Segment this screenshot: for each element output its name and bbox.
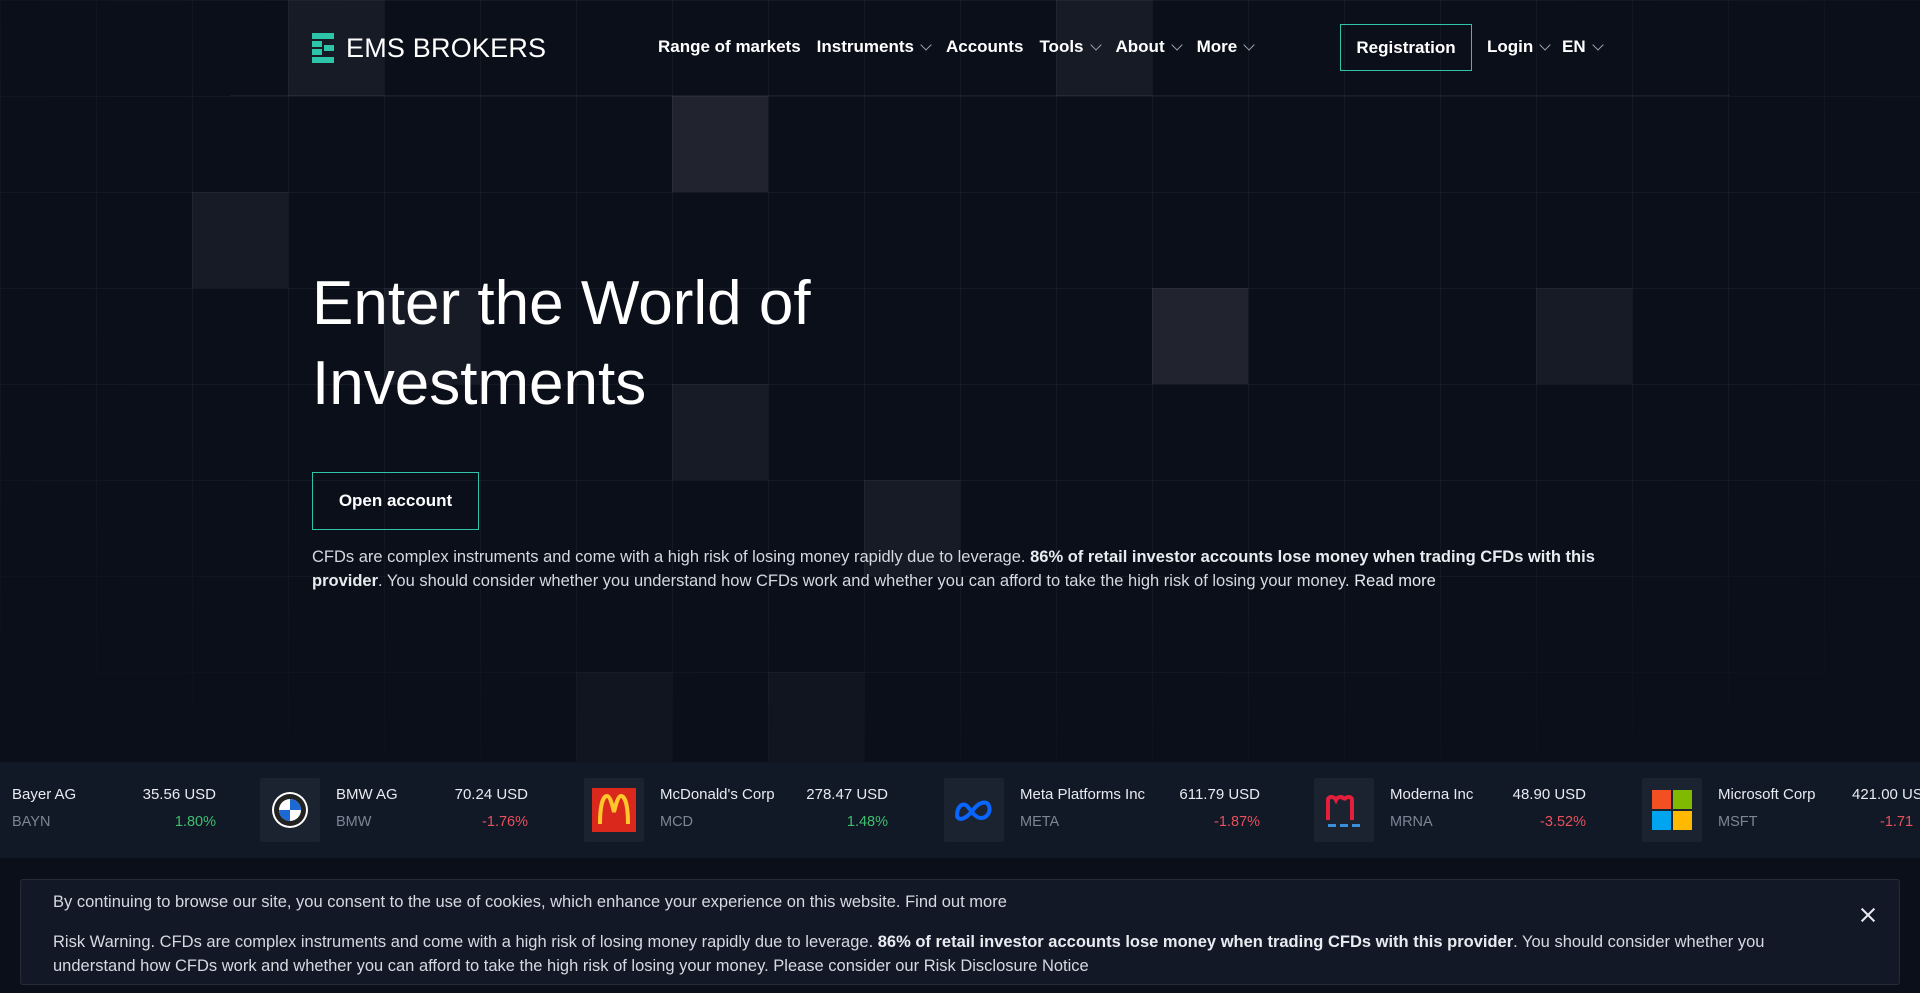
ticker-item[interactable]: BMW AG BMW 70.24 USD -1.76% xyxy=(260,778,528,842)
ticker-name: Meta Platforms Inc xyxy=(1020,786,1146,803)
main-nav: Range of markets Instruments Accounts To… xyxy=(658,37,1255,57)
ticker-name: Bayer AG xyxy=(12,786,77,803)
site-header: EMS BROKERS Range of markets Instruments… xyxy=(0,0,1920,96)
ticker-price: 48.90 USD xyxy=(1512,786,1586,803)
background-tile xyxy=(576,672,672,768)
ticker-change: -1.71 xyxy=(1880,814,1914,830)
nav-label: Range of markets xyxy=(658,37,801,56)
ticker-change: -3.52% xyxy=(1540,814,1586,830)
risk-text: . You should consider whether you unders… xyxy=(378,572,1355,590)
cookie-consent-text: By continuing to browse our site, you co… xyxy=(53,893,1007,911)
chevron-down-icon xyxy=(1243,39,1255,51)
cookie-banner: By continuing to browse our site, you co… xyxy=(20,879,1900,985)
hero-title: Enter the World of Investments xyxy=(312,264,1012,424)
login-label: Login xyxy=(1487,37,1534,56)
microsoft-logo-icon xyxy=(1642,778,1702,842)
ticker-name: McDonald's Corp xyxy=(660,786,775,803)
background-tile xyxy=(672,96,768,192)
ticker-name: Microsoft Corp xyxy=(1718,786,1816,803)
nav-about[interactable]: About xyxy=(1115,37,1183,57)
moderna-logo-icon xyxy=(1314,778,1374,842)
bmw-logo-icon xyxy=(260,778,320,842)
ticker-change: -1.87% xyxy=(1214,814,1260,830)
background-tile xyxy=(1152,288,1248,384)
language-selector[interactable]: EN xyxy=(1562,37,1604,57)
nav-label: More xyxy=(1196,37,1238,56)
header-divider xyxy=(230,95,1730,96)
ems-logo-icon xyxy=(312,33,336,63)
close-icon[interactable] xyxy=(1859,906,1877,924)
ticker-price: 278.47 USD xyxy=(806,786,888,803)
hero-title-line: Enter the World of xyxy=(312,269,811,338)
read-more-link[interactable]: Read more xyxy=(1354,572,1436,590)
ticker-symbol: BMW xyxy=(336,814,372,830)
nav-instruments[interactable]: Instruments xyxy=(816,37,932,57)
brand-logo[interactable]: EMS BROKERS xyxy=(312,33,546,63)
ticker-symbol: MCD xyxy=(660,814,694,830)
nav-label: Instruments xyxy=(816,37,914,56)
nav-more[interactable]: More xyxy=(1196,37,1255,57)
cookie-risk-text: Risk Warning. CFDs are complex instrumen… xyxy=(53,933,878,951)
background-tile xyxy=(192,192,288,288)
nav-range-of-markets[interactable]: Range of markets xyxy=(658,37,801,57)
chevron-down-icon xyxy=(1591,39,1604,51)
cookie-risk-bold: 86% of retail investor accounts lose mon… xyxy=(877,933,1514,951)
nav-tools[interactable]: Tools xyxy=(1039,37,1102,57)
ticker-item[interactable]: Microsoft Corp MSFT 421.00 USD -1.71 xyxy=(1642,778,1920,842)
chevron-down-icon xyxy=(1089,39,1102,51)
language-label: EN xyxy=(1562,37,1586,56)
ticker-name: BMW AG xyxy=(336,786,398,803)
chevron-down-icon xyxy=(1539,39,1551,51)
ticker-change: 1.48% xyxy=(846,814,888,830)
nav-accounts[interactable]: Accounts xyxy=(946,37,1023,57)
background-tile xyxy=(1536,288,1632,384)
background-tile xyxy=(768,672,864,768)
ticker-price: 421.00 USD xyxy=(1852,786,1920,803)
login-menu[interactable]: Login xyxy=(1487,37,1551,57)
meta-logo-icon xyxy=(944,778,1004,842)
nav-label: Tools xyxy=(1039,37,1084,56)
nav-label: About xyxy=(1115,37,1165,56)
risk-text: CFDs are complex instruments and come wi… xyxy=(312,548,1031,566)
ticker-change: -1.76% xyxy=(482,814,528,830)
ticker-symbol: MRNA xyxy=(1390,814,1433,830)
ticker-price: 611.79 USD xyxy=(1179,786,1260,803)
ticker-change: 1.80% xyxy=(174,814,216,830)
ticker-price: 35.56 USD xyxy=(142,786,216,803)
cookie-risk-warning: Risk Warning. CFDs are complex instrumen… xyxy=(53,930,1833,978)
ticker-item[interactable]: Moderna Inc MRNA 48.90 USD -3.52% xyxy=(1314,778,1586,842)
chevron-down-icon xyxy=(1170,39,1183,51)
hero-title-line: Investments xyxy=(312,349,647,418)
ticker-symbol: BAYN xyxy=(12,814,51,830)
ticker-symbol: META xyxy=(1020,814,1060,830)
nav-label: Accounts xyxy=(945,37,1024,56)
ticker-item[interactable]: McDonald's Corp MCD 278.47 USD 1.48% xyxy=(584,778,888,842)
ticker-item[interactable]: Meta Platforms Inc META 611.79 USD -1.87… xyxy=(944,778,1260,842)
open-account-button[interactable]: Open account xyxy=(312,472,479,530)
ticker-symbol: MSFT xyxy=(1718,814,1758,830)
risk-warning: CFDs are complex instruments and come wi… xyxy=(312,545,1622,593)
ticker-name: Moderna Inc xyxy=(1390,786,1474,803)
instrument-ticker: Bayer AG BAYN 35.56 USD 1.80% BMW AG BMW… xyxy=(0,762,1920,858)
mcdonalds-logo-icon xyxy=(584,778,644,842)
chevron-down-icon xyxy=(920,39,932,51)
brand-name: EMS BROKERS xyxy=(346,32,547,63)
ticker-price: 70.24 USD xyxy=(454,786,528,803)
registration-button[interactable]: Registration xyxy=(1340,24,1472,71)
